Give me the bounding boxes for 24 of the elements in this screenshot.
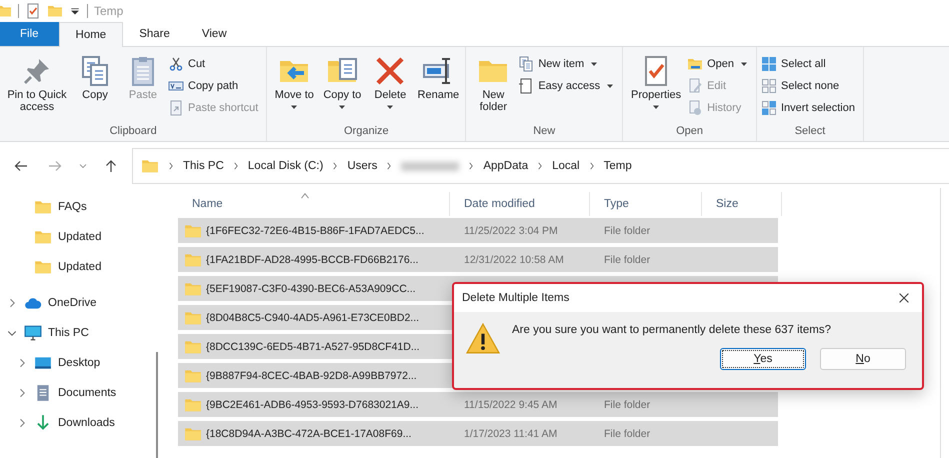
dialog-message: Are you sure you want to permanently delete these 637 items? (512, 323, 832, 336)
group-label: New (532, 125, 556, 139)
file-name: {9BC2E461-ADB6-4953-9593-D7683021A9... (206, 398, 418, 410)
file-name: {1FA21BDF-AD28-4995-BCCB-FD66B2176... (206, 254, 418, 266)
date-modified: 11/15/2022 9:45 AM (464, 398, 558, 410)
file-name: {8DCC139C-6ED5-4B71-A527-95D8CF41D... (206, 340, 420, 352)
group-label: Clipboard (108, 125, 158, 139)
file-type: File folder (604, 398, 650, 410)
date-modified: 11/25/2022 3:04 PM (464, 224, 558, 236)
file-name: {1F6FEC32-72E6-4B15-B86F-1FAD7AEDC5... (206, 224, 424, 236)
group-label: Organize (343, 125, 390, 139)
window-title: Temp (94, 4, 124, 18)
file-name: {5EF19087-C3F0-4390-BEC6-A53A909CC... (206, 282, 416, 294)
file-type: File folder (604, 428, 650, 440)
date-modified: 1/17/2023 11:41 AM (464, 428, 558, 440)
file-type: File folder (604, 254, 650, 266)
dialog-title: Delete Multiple Items (462, 292, 570, 304)
file-type: File folder (604, 224, 650, 236)
group-label: Select (794, 125, 826, 139)
file-name: {9B887F94-8CEC-4BAB-92D8-A99BB7972... (206, 370, 417, 382)
date-modified: 12/31/2022 10:58 AM (464, 254, 564, 266)
group-label: Open (675, 125, 704, 139)
file-name: {18C8D94A-A3BC-472A-BCE1-17A08F69... (206, 428, 412, 440)
file-name: {8D04B8C5-C940-4AD5-A961-E73CE0BD2... (206, 312, 420, 324)
